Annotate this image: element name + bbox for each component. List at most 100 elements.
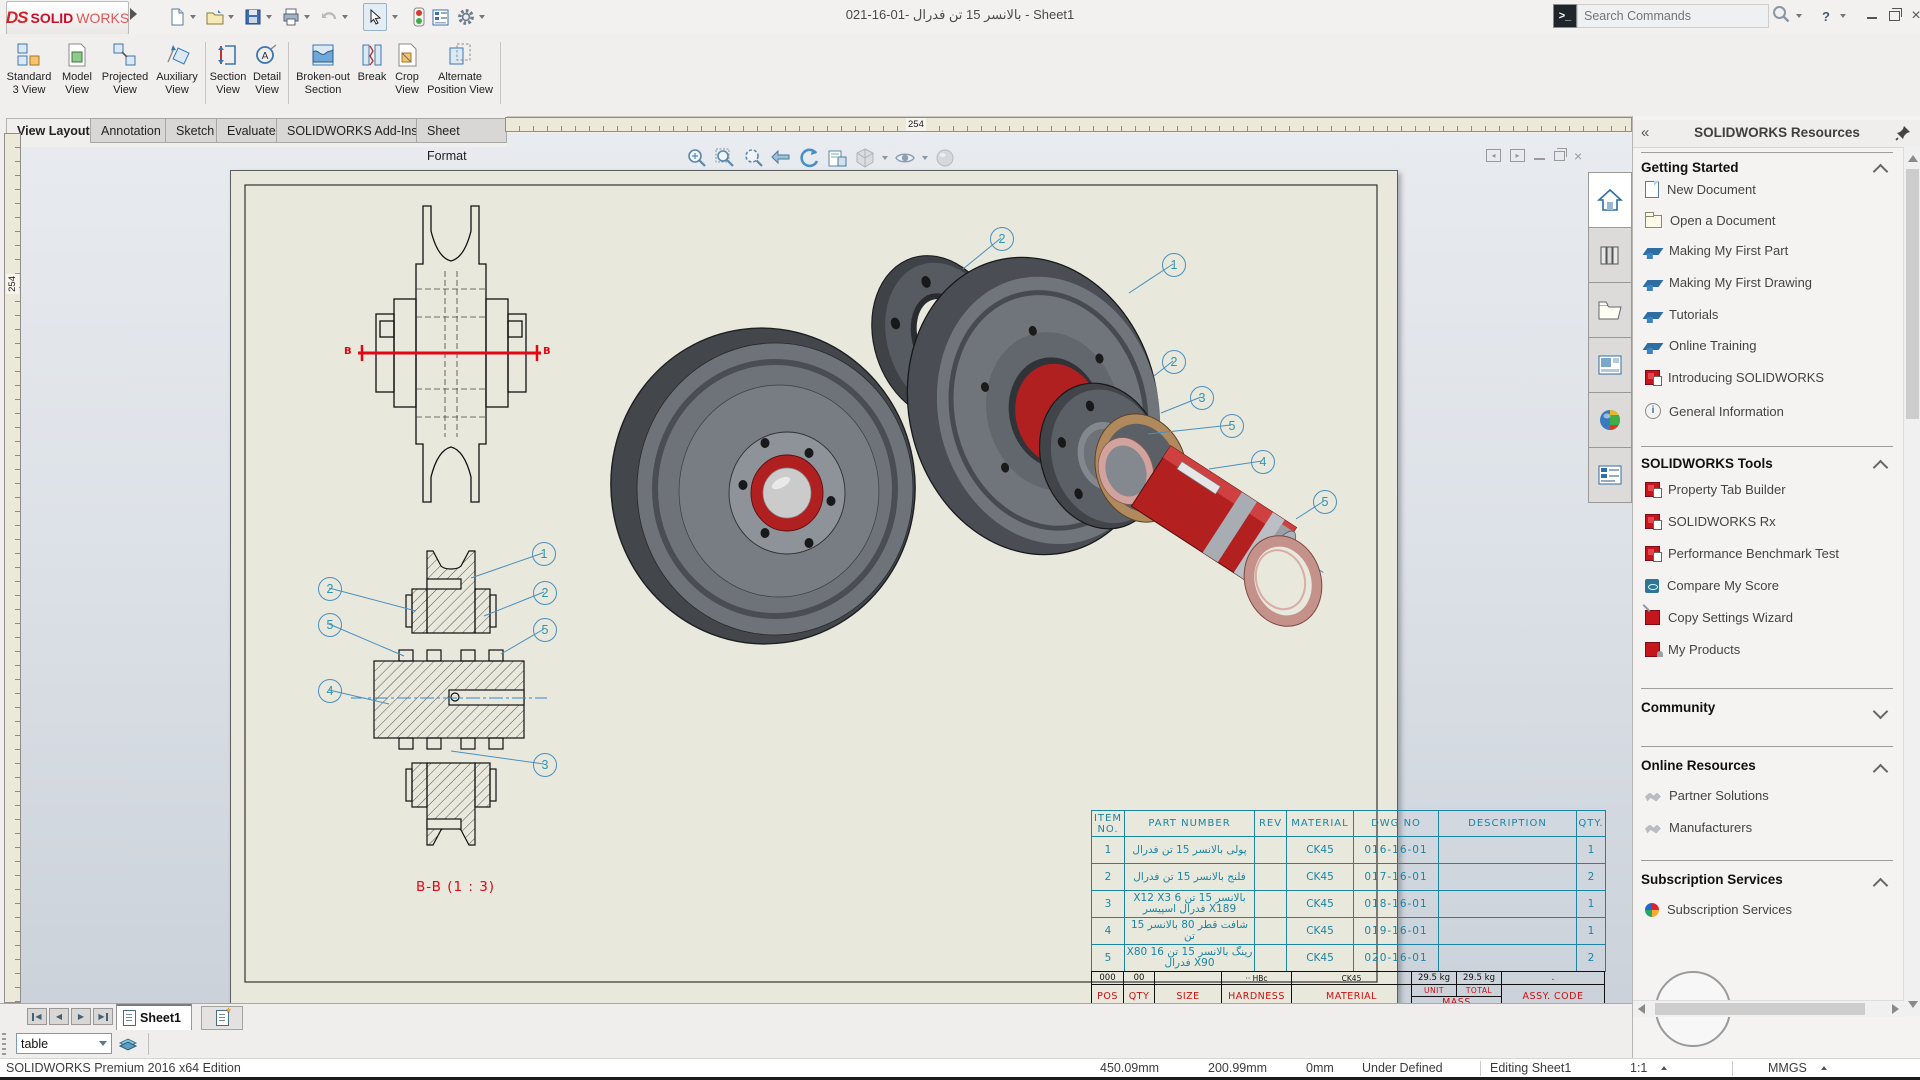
balloon[interactable]: 5 <box>533 618 557 642</box>
chevron-down-icon[interactable] <box>1873 704 1889 720</box>
search-commands-icon[interactable]: >_ <box>1553 4 1577 28</box>
toolbar-grip[interactable] <box>2 1033 6 1055</box>
print-button[interactable] <box>279 4 315 30</box>
sheet-scale[interactable]: 1:1 <box>1630 1060 1667 1077</box>
section-online-resources[interactable]: Online Resources <box>1641 758 1756 773</box>
break-button[interactable]: Break <box>355 38 389 110</box>
zoom-fit-button[interactable] <box>686 147 708 169</box>
bom-row[interactable]: 1 پولی بالانسر 15 تن فدرال CK45 016-16-0… <box>1092 837 1606 864</box>
undo-button[interactable] <box>317 4 353 30</box>
broken-out-section-button[interactable]: Broken-outSection <box>292 38 354 110</box>
front-view[interactable] <box>358 206 541 502</box>
taskpane-tab-resources[interactable] <box>1588 172 1632 228</box>
balloon[interactable]: 3 <box>1190 386 1214 410</box>
balloon[interactable]: 2 <box>318 577 342 601</box>
child-close-icon[interactable]: × <box>1574 150 1582 162</box>
chevron-up-icon[interactable] <box>1873 878 1889 894</box>
select-tool-button[interactable] <box>363 3 387 31</box>
balloon[interactable]: 5 <box>318 613 342 637</box>
item-new-document[interactable]: New Document <box>1645 181 1756 198</box>
balloon[interactable]: 4 <box>318 679 342 703</box>
sheet-properties-button[interactable] <box>826 147 848 169</box>
scroll-left-arrow[interactable] <box>1638 1004 1645 1014</box>
search-input[interactable] <box>1577 4 1769 28</box>
item-partner-solutions[interactable]: Partner Solutions <box>1645 788 1769 803</box>
item-making-my-first-drawing[interactable]: Making My First Drawing <box>1645 275 1812 290</box>
table-style-combo[interactable]: table <box>16 1033 112 1054</box>
zoom-selection-button[interactable] <box>742 147 764 169</box>
section-view-bb[interactable] <box>351 551 547 845</box>
item-tutorials[interactable]: Tutorials <box>1645 307 1718 322</box>
item-copy-settings-wizard[interactable]: Copy Settings Wizard <box>1645 610 1793 625</box>
model-view-button[interactable]: ModelView <box>56 38 98 110</box>
open-dropdown-caret[interactable] <box>228 15 234 19</box>
drawing-sheet[interactable]: B B B-B (1 : 3) 1 2 2 5 5 4 3 2 1 2 3 5 … <box>230 170 1398 1003</box>
item-subscription-services[interactable]: Subscription Services <box>1645 902 1792 917</box>
appearance-button[interactable] <box>934 147 956 169</box>
bom-table[interactable]: ITEM NO. PART NUMBER REV MATERIAL DWG NO… <box>1091 810 1606 972</box>
item-introducing-solidworks[interactable]: Introducing SOLIDWORKS <box>1645 370 1824 385</box>
display-style-caret[interactable] <box>882 156 888 160</box>
new-document-button[interactable] <box>165 4 201 30</box>
scroll-right-arrow[interactable] <box>1892 1004 1899 1014</box>
balloon[interactable]: 2 <box>990 227 1014 251</box>
section-view-button[interactable]: SectionView <box>209 38 247 110</box>
close-button[interactable]: × <box>1905 7 1920 25</box>
section-getting-started[interactable]: Getting Started <box>1641 160 1739 175</box>
pane-left-icon[interactable]: ◂ <box>1486 149 1501 162</box>
item-property-tab-builder[interactable]: Property Tab Builder <box>1645 482 1786 497</box>
hide-show-caret[interactable] <box>922 156 928 160</box>
sheet1-tab[interactable]: Sheet1 <box>116 1004 192 1031</box>
tab-solidworks-add-ins[interactable]: SOLIDWORKS Add-Ins <box>276 118 429 143</box>
child-restore-icon[interactable] <box>1554 151 1565 161</box>
balloon[interactable]: 3 <box>533 753 557 777</box>
projected-view-button[interactable]: ProjectedView <box>99 38 151 110</box>
pin-icon[interactable] <box>1895 125 1911 144</box>
balloon[interactable]: 4 <box>1251 450 1275 474</box>
settings-button[interactable] <box>454 4 490 30</box>
design-checker-button[interactable] <box>411 4 427 30</box>
graphics-area[interactable]: B B B-B (1 : 3) 1 2 2 5 5 4 3 2 1 2 3 5 … <box>21 133 1632 1003</box>
item-my-products[interactable]: My Products <box>1645 642 1740 657</box>
item-solidworks-rx[interactable]: SOLIDWORKS Rx <box>1645 514 1776 529</box>
item-manufacturers[interactable]: Manufacturers <box>1645 820 1752 835</box>
chevron-up-icon[interactable] <box>1873 764 1889 780</box>
taskpane-tab-design-library[interactable] <box>1588 227 1632 283</box>
add-sheet-tab[interactable] <box>201 1006 243 1030</box>
section-line-bb[interactable] <box>358 345 541 361</box>
save-dropdown-caret[interactable] <box>266 15 272 19</box>
item-online-training[interactable]: Online Training <box>1645 338 1756 353</box>
open-button[interactable] <box>203 4 239 30</box>
previous-view-button[interactable] <box>770 147 792 169</box>
item-performance-benchmark-test[interactable]: Performance Benchmark Test <box>1645 546 1839 561</box>
redraw-button[interactable] <box>798 147 820 169</box>
first-sheet-button[interactable]: ◀ <box>27 1008 47 1025</box>
balloon[interactable]: 1 <box>1162 253 1186 277</box>
standard-3-view-button[interactable]: Standard3 View <box>4 38 54 110</box>
new-dropdown-caret[interactable] <box>190 15 196 19</box>
balloon[interactable]: 2 <box>1162 350 1186 374</box>
scroll-up-arrow[interactable] <box>1908 155 1918 162</box>
pane-right-icon[interactable]: ▸ <box>1510 149 1525 162</box>
taskpane-horizontal-scrollbar[interactable] <box>1633 1000 1904 1017</box>
zoom-area-button[interactable] <box>714 147 736 169</box>
layers-button[interactable] <box>118 1034 138 1055</box>
previous-sheet-button[interactable]: ◀ <box>49 1008 69 1025</box>
scrollbar-thumb[interactable] <box>1906 169 1919 419</box>
hide-show-items-button[interactable] <box>894 147 916 169</box>
chevron-up-icon[interactable] <box>1873 460 1889 476</box>
section-community[interactable]: Community <box>1641 700 1715 715</box>
balloon[interactable]: 1 <box>532 542 556 566</box>
scrollbar-thumb[interactable] <box>1655 1003 1865 1015</box>
balloon[interactable]: 5 <box>1220 414 1244 438</box>
bom-row[interactable]: 4 شافت قطر 80 بالانسر 15 تن CK45 019-16-… <box>1092 918 1606 945</box>
balloon[interactable]: 5 <box>1313 490 1337 514</box>
last-sheet-button[interactable]: ▶ <box>93 1008 113 1025</box>
taskpane-tab-file-explorer[interactable] <box>1588 282 1632 338</box>
menu-flyout-arrow[interactable] <box>130 8 137 20</box>
section-solidworks-tools[interactable]: SOLIDWORKS Tools <box>1641 456 1773 471</box>
undo-dropdown-caret[interactable] <box>342 15 348 19</box>
section-subscription-services[interactable]: Subscription Services <box>1641 872 1783 887</box>
tab-sheet-format[interactable]: Sheet Format <box>416 118 507 143</box>
taskpane-tab-custom-properties[interactable] <box>1588 447 1632 503</box>
